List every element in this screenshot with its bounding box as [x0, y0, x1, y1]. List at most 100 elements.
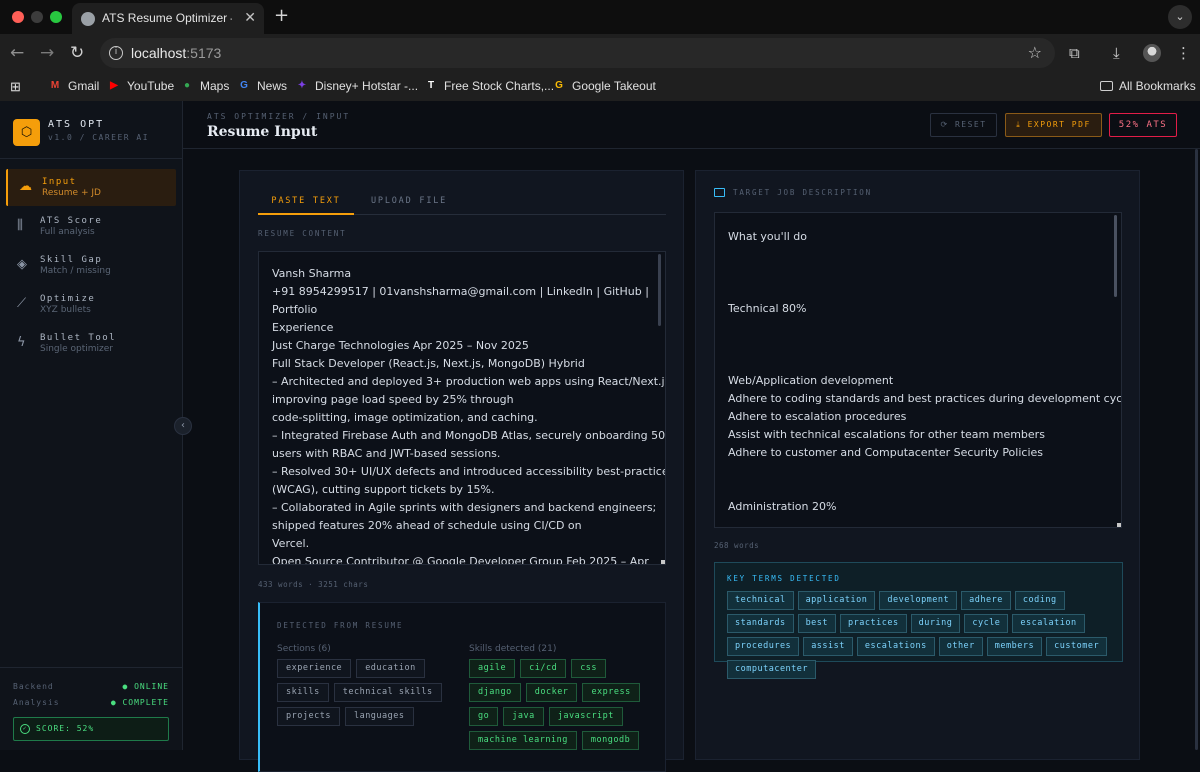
- reset-button[interactable]: ⟳ RESET: [930, 113, 997, 137]
- forward-arrow-icon[interactable]: →: [40, 42, 54, 64]
- reset-label: RESET: [954, 120, 987, 129]
- bookmark-4[interactable]: ✦ Disney+ Hotstar -...: [295, 79, 418, 93]
- text-line: +91 8954299517 | 01vanshsharma@gmail.com…: [272, 285, 649, 298]
- close-tab-icon[interactable]: ✕: [244, 10, 256, 26]
- tab-search-button[interactable]: ⌄: [1168, 5, 1192, 29]
- jd-scrollbar[interactable]: [1114, 215, 1117, 297]
- text-line: [728, 318, 1108, 336]
- profile-avatar[interactable]: [1143, 44, 1161, 62]
- apps-grid-icon[interactable]: ⊞: [10, 79, 21, 95]
- text-line: [728, 354, 1108, 372]
- page-scrollbar[interactable]: [1195, 149, 1198, 750]
- text-line: shipped features 20% ahead of schedule u…: [272, 519, 582, 532]
- key-term-chip: adhere: [961, 591, 1011, 610]
- text-line: [728, 264, 1108, 282]
- jd-textarea[interactable]: What you'll do Technical 80% Web/Applicati…: [714, 212, 1122, 528]
- sidebar-footer: Backend ● ONLINE Analysis ● COMPLETE ✓ S…: [0, 667, 183, 750]
- resume-stats: 433 words · 3251 chars: [258, 580, 369, 589]
- skill-chip: css: [571, 659, 607, 678]
- bookmark-star-icon[interactable]: ☆: [1028, 43, 1042, 62]
- brand: ⬡ ATS OPT v1.0 / CAREER AI: [0, 101, 183, 159]
- bookmark-favicon-icon: T: [427, 80, 435, 91]
- backend-status: ● ONLINE: [122, 682, 169, 691]
- close-window-button[interactable]: [12, 11, 24, 23]
- jd-label: TARGET JOB DESCRIPTION: [733, 188, 872, 197]
- sidebar-item-input[interactable]: ☁ Input Resume + JD: [6, 169, 176, 206]
- analysis-label: Analysis: [13, 698, 60, 707]
- ats-score-badge[interactable]: 52% ATS: [1109, 113, 1177, 137]
- bookmark-1[interactable]: ▶ YouTube: [107, 79, 174, 93]
- text-line: – Resolved 30+ UI/UX defects and introdu…: [272, 465, 666, 478]
- jd-resize-handle[interactable]: [1117, 523, 1121, 527]
- text-line: Portfolio: [272, 303, 318, 316]
- download-icon[interactable]: ⤓: [1113, 43, 1120, 63]
- text-line: Adhere to coding standards and best prac…: [728, 392, 1122, 405]
- section-chip: education: [356, 659, 425, 678]
- key-term-chip: best: [797, 614, 837, 633]
- reload-icon[interactable]: ↻: [70, 42, 84, 64]
- analysis-status-row: Analysis ● COMPLETE: [13, 698, 169, 707]
- sidebar-item-subtitle: XYZ bullets: [40, 305, 91, 315]
- back-arrow-icon[interactable]: ←: [10, 42, 24, 64]
- minimize-window-button[interactable]: [31, 11, 43, 23]
- key-term-chip: coding: [1014, 591, 1065, 610]
- skill-chip: java: [503, 707, 544, 726]
- sidebar-item-optimize[interactable]: ⟋ Optimize XYZ bullets: [6, 286, 176, 323]
- all-bookmarks[interactable]: All Bookmarks: [1100, 79, 1196, 93]
- text-line: code-splitting, image optimization, and …: [272, 411, 538, 424]
- bookmark-label: Google Takeout: [572, 79, 656, 93]
- jd-text: What you'll do Technical 80% Web/Applicati…: [728, 228, 1122, 516]
- export-label: EXPORT PDF: [1027, 120, 1091, 129]
- section-chip: experience: [277, 659, 352, 678]
- resize-handle[interactable]: [661, 560, 665, 564]
- text-line: – Architected and deployed 3+ production…: [272, 375, 666, 388]
- bookmark-favicon-icon: G: [555, 80, 563, 91]
- key-term-chip: computacenter: [727, 660, 817, 679]
- site-info-icon[interactable]: i: [109, 46, 123, 60]
- resume-textarea[interactable]: Vansh Sharma +91 8954299517 | 01vanshshar…: [258, 251, 666, 565]
- new-tab-button[interactable]: +: [274, 6, 289, 26]
- bookmark-0[interactable]: M Gmail: [48, 79, 100, 93]
- resume-scrollbar[interactable]: [658, 254, 661, 326]
- backend-label: Backend: [13, 682, 54, 691]
- export-pdf-button[interactable]: ⤓ EXPORT PDF: [1005, 113, 1102, 137]
- address-bar[interactable]: i localhost:5173 ☆: [100, 38, 1055, 68]
- tab-upload-file[interactable]: UPLOAD FILE: [371, 187, 447, 215]
- sidebar-item-subtitle: Single optimizer: [40, 344, 114, 354]
- bookmark-favicon-icon: ●: [183, 80, 191, 91]
- sidebar-item-title: Skill Gap: [40, 255, 103, 265]
- bookmark-6[interactable]: G Google Takeout: [552, 79, 656, 93]
- extensions-icon[interactable]: ⧉: [1069, 43, 1080, 63]
- key-term-chip: application: [797, 591, 876, 610]
- kebab-menu-icon[interactable]: ⋮: [1176, 43, 1191, 63]
- text-line: [728, 480, 1108, 498]
- tab-title: ATS Resume Optimizer — Career AI: [102, 11, 232, 25]
- skill-chip: docker: [525, 683, 578, 702]
- sidebar-item-subtitle: Match / missing: [40, 266, 111, 276]
- sidebar-item-bullet-tool[interactable]: ϟ Bullet Tool Single optimizer: [6, 325, 176, 362]
- briefcase-icon: [714, 188, 725, 197]
- tab-strip: ATS Resume Optimizer — Career AI ✕ + ⌄: [0, 0, 1200, 34]
- bookmark-5[interactable]: T Free Stock Charts,...: [424, 79, 554, 93]
- browser-tab[interactable]: ATS Resume Optimizer — Career AI ✕: [72, 3, 264, 34]
- key-term-chip: assist: [803, 637, 853, 656]
- hexagon-logo-icon: ⬡: [13, 119, 40, 146]
- bookmarks-bar: ⊞ M Gmail ▶ YouTube ● Maps G News ✦ Disney+ Hotst…: [0, 72, 1200, 101]
- bookmark-3[interactable]: G News: [237, 79, 287, 93]
- collapse-sidebar-button[interactable]: ‹: [174, 417, 192, 435]
- key-terms-label: KEY TERMS DETECTED: [727, 574, 841, 583]
- bookmark-label: Disney+ Hotstar -...: [315, 79, 419, 93]
- sidebar-item-skill-gap[interactable]: ◈ Skill Gap Match / missing: [6, 247, 176, 284]
- key-term-chip: escalation: [1012, 614, 1085, 633]
- sidebar-item-ats-score[interactable]: ⫼ ATS Score Full analysis: [6, 208, 176, 245]
- sections-heading: Sections (6): [277, 644, 331, 654]
- page-header: ATS OPTIMIZER / INPUT Resume Input ⟳ RES…: [183, 101, 1200, 149]
- key-terms-card: KEY TERMS DETECTED technical application d…: [714, 562, 1123, 679]
- sections-column: Sections (6) experience education skills te…: [277, 644, 452, 726]
- maximize-window-button[interactable]: [50, 11, 62, 23]
- bookmark-favicon-icon: M: [50, 80, 60, 91]
- bookmark-2[interactable]: ● Maps: [180, 79, 229, 93]
- text-line: Adhere to customer and Computacenter Sec…: [728, 446, 1043, 459]
- brand-version: v1.0 / CAREER AI: [48, 133, 150, 142]
- tab-paste-text[interactable]: PASTE TEXT: [258, 187, 354, 215]
